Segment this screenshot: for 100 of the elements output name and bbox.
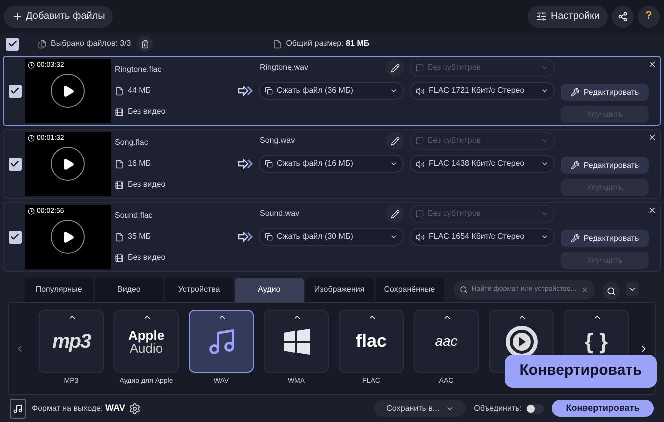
- edit-button[interactable]: Редактировать: [561, 157, 649, 174]
- check-icon: [10, 232, 20, 242]
- edit-button[interactable]: Редактировать: [561, 230, 649, 247]
- audio-dropdown[interactable]: FLAC 1721 Кбит/с Стерео: [410, 82, 555, 100]
- format-tile[interactable]: flac: [339, 310, 404, 373]
- chevron-up-icon[interactable]: [218, 313, 227, 322]
- settings-icon[interactable]: [129, 402, 142, 414]
- format-tab[interactable]: Аудио: [235, 278, 304, 302]
- rename-button[interactable]: [386, 132, 404, 150]
- close-icon[interactable]: [648, 133, 657, 142]
- format-tab[interactable]: Устройства: [165, 278, 234, 302]
- file-icon: [115, 86, 124, 96]
- format-tile[interactable]: aac: [414, 310, 479, 373]
- checkbox[interactable]: [6, 38, 19, 50]
- plus-icon: [12, 11, 23, 22]
- rename-button[interactable]: [386, 205, 404, 223]
- format-tab[interactable]: Изображения: [306, 278, 374, 302]
- format-tile[interactable]: mp3: [39, 310, 104, 373]
- play-icon: [62, 84, 74, 98]
- speaker-icon: [416, 86, 425, 96]
- selected-files: Выбрано файлов: 3/3: [51, 38, 132, 50]
- format-tab[interactable]: Популярные: [25, 278, 94, 302]
- double-arrow-icon: [238, 159, 254, 169]
- delete-button[interactable]: [137, 36, 154, 52]
- settings-button[interactable]: Настройки: [528, 6, 608, 28]
- speech-bubble-icon: [416, 64, 424, 72]
- file-size: 35 МБ: [128, 231, 152, 243]
- help-button[interactable]: ?: [638, 6, 660, 28]
- preview-button[interactable]: [602, 282, 620, 300]
- audio-dropdown[interactable]: FLAC 1438 Кбит/с Стерео: [410, 155, 555, 173]
- clock-icon: [28, 135, 35, 142]
- share-button[interactable]: [612, 6, 634, 28]
- play-button[interactable]: [51, 220, 85, 254]
- chevron-down-icon: [541, 64, 549, 72]
- chevron-up-icon[interactable]: [368, 313, 377, 322]
- compress-dropdown[interactable]: Сжать файл (30 МБ): [259, 228, 404, 246]
- speaker-icon: [416, 160, 425, 168]
- music-note-icon: [206, 326, 236, 356]
- merge-toggle[interactable]: [526, 404, 544, 414]
- total-size: Общий размер: 81 МБ: [286, 38, 370, 50]
- compress-icon: [265, 233, 273, 241]
- chevron-up-icon[interactable]: [443, 313, 452, 322]
- format-tile[interactable]: Apple Audio: [114, 310, 179, 373]
- chevron-up-icon[interactable]: [68, 313, 77, 322]
- chevron-down-icon: [390, 160, 398, 168]
- chevron-down-icon: [390, 233, 398, 241]
- clear-icon[interactable]: [580, 286, 589, 294]
- pencil-icon: [390, 64, 400, 72]
- output-file-name: Ringtone.wav: [260, 62, 308, 74]
- double-arrow-icon: [238, 86, 254, 96]
- collapse-button[interactable]: [626, 282, 639, 296]
- play-button[interactable]: [51, 147, 85, 181]
- magnifier-icon: [606, 286, 616, 296]
- trash-icon: [140, 40, 150, 48]
- format-tile[interactable]: [264, 310, 329, 373]
- chevron-up-icon[interactable]: [518, 313, 527, 322]
- chevron-up-icon[interactable]: [293, 313, 302, 322]
- video-info: Без видео: [128, 179, 166, 191]
- output-file-name: Sound.wav: [260, 208, 300, 220]
- edit-button[interactable]: Редактировать: [561, 84, 649, 101]
- checkbox[interactable]: [8, 230, 22, 244]
- flac-logo: flac: [356, 330, 388, 353]
- video-info: Без видео: [128, 252, 166, 264]
- compress-dropdown[interactable]: Сжать файл (16 МБ): [259, 155, 404, 173]
- wrench-icon: [570, 234, 580, 243]
- clock-icon: [28, 62, 35, 69]
- compress-dropdown[interactable]: Сжать файл (36 МБ): [259, 82, 404, 100]
- wrench-icon: [570, 88, 580, 97]
- check-icon: [10, 159, 20, 169]
- share-icon: [618, 12, 628, 22]
- film-icon: [115, 254, 124, 262]
- close-icon[interactable]: [648, 60, 657, 69]
- video-info: Без видео: [128, 106, 166, 118]
- checkbox[interactable]: [8, 158, 22, 170]
- merge-label: Объединить:: [474, 402, 522, 414]
- close-icon[interactable]: [648, 206, 657, 215]
- braces-logo: { }: [584, 328, 608, 356]
- format-tab[interactable]: Видео: [95, 278, 164, 302]
- chevron-up-icon[interactable]: [143, 313, 152, 322]
- aac-logo: aac: [435, 332, 458, 351]
- format-tab[interactable]: Сохранённые: [376, 278, 444, 302]
- convert-button[interactable]: Конвертировать: [552, 400, 654, 417]
- play-button[interactable]: [51, 74, 85, 108]
- double-arrow-icon: [238, 232, 254, 242]
- search-icon: [460, 286, 468, 294]
- format-tile[interactable]: [189, 310, 254, 373]
- mp3-logo: mp3: [52, 330, 91, 354]
- files-icon: [38, 40, 47, 48]
- add-files-button[interactable]: Добавить файлы: [4, 6, 114, 28]
- output-file-name: Song.wav: [260, 135, 296, 147]
- rename-button[interactable]: [386, 59, 404, 77]
- chevron-down-icon: [541, 210, 549, 218]
- chevron-down-icon: [541, 137, 549, 145]
- chevron-up-icon[interactable]: [593, 313, 602, 322]
- audio-dropdown[interactable]: FLAC 1654 Кбит/с Стерео: [410, 228, 555, 246]
- logo-subtext: Audio: [130, 342, 164, 354]
- file-size: 44 МБ: [128, 85, 152, 97]
- sliders-icon: [536, 11, 547, 22]
- checkbox[interactable]: [8, 84, 22, 98]
- save-to-dropdown[interactable]: Сохранить в...: [374, 400, 466, 417]
